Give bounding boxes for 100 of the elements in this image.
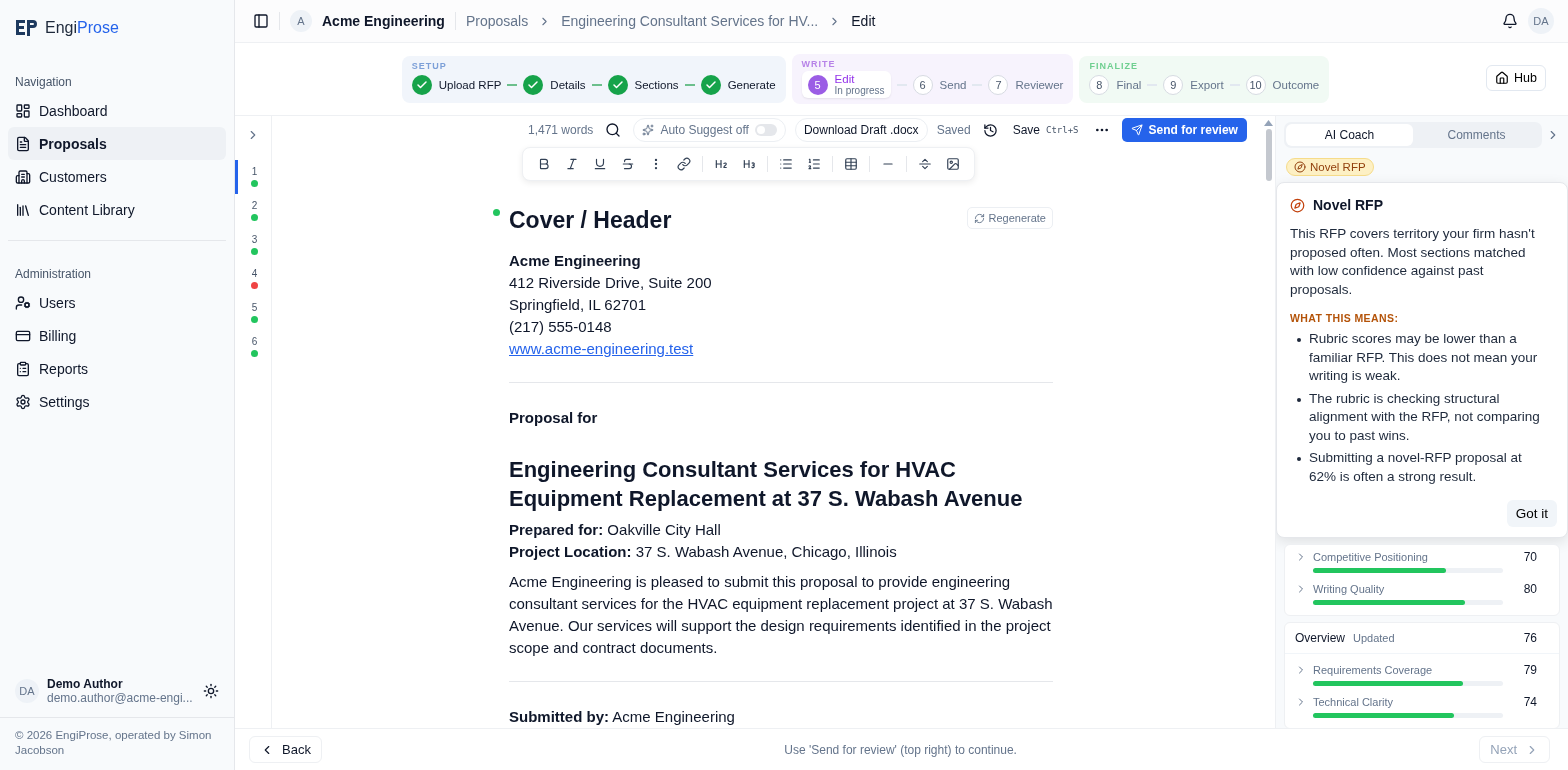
- word-count: 1,471 words: [528, 123, 594, 137]
- bullet-dot: [1297, 397, 1301, 402]
- settings-icon: [15, 393, 31, 410]
- bullet-list-icon: [778, 157, 793, 171]
- underline-icon: [592, 157, 607, 171]
- dashboard-icon: [15, 102, 31, 119]
- status-dot: [493, 209, 500, 216]
- step[interactable]: 7 Reviewer: [988, 72, 1064, 97]
- refresh-icon: [973, 212, 985, 224]
- score-label: Requirements Coverage: [1313, 664, 1434, 676]
- detail-line: Project Location: 37 S. Wabash Avenue, Chicago, Illinois: [509, 542, 898, 562]
- sun-icon[interactable]: [203, 683, 219, 699]
- intro-paragraph: Acme Engineering is pleased to submit this proposal to provide engineering consultant services for the HVAC equipment replacement project at 37 S. Wabash Avenue. Our services will support the design requirements identified in the project scope and contract documents.: [509, 572, 1053, 658]
- step[interactable]: Details: [523, 72, 586, 97]
- got-it-button[interactable]: Got it: [1506, 500, 1557, 527]
- check-icon: [527, 78, 540, 91]
- back-button[interactable]: Back: [249, 736, 322, 763]
- nav-item[interactable]: Billing: [8, 319, 226, 352]
- step[interactable]: Upload RFP: [411, 72, 502, 97]
- user-avatar[interactable]: DA: [1528, 8, 1554, 34]
- step[interactable]: 8 Final: [1089, 72, 1142, 97]
- save-status: Saved: [936, 123, 971, 137]
- toggle-switch[interactable]: [754, 124, 777, 136]
- novel-rfp-badge[interactable]: Novel RFP: [1286, 158, 1374, 176]
- section-marker[interactable]: 2: [234, 194, 272, 228]
- step[interactable]: Sections: [607, 72, 679, 97]
- heading-three-icon: [741, 157, 756, 171]
- search-icon: [605, 122, 622, 138]
- step[interactable]: Generate: [700, 72, 776, 97]
- nav-group-title: Administration: [14, 266, 93, 283]
- scroll-up-icon[interactable]: [1264, 120, 1273, 126]
- download-button[interactable]: Download Draft .docx: [794, 118, 928, 142]
- popover-bullet: Submitting a novel-RFP proposal at 62% is often a strong result.: [1309, 449, 1523, 486]
- bullet-dot: [1297, 457, 1301, 461]
- score-value: 74: [1522, 695, 1537, 709]
- submitted-line: Submitted by: Acme Engineering: [509, 707, 736, 727]
- step[interactable]: 6 Send: [912, 72, 967, 97]
- regenerate-button[interactable]: Regenerate: [966, 207, 1053, 229]
- nav-item[interactable]: Content Library: [8, 193, 226, 226]
- notifications-icon[interactable]: [1502, 13, 1518, 29]
- document-icon: [15, 135, 31, 152]
- address-line: (217) 555-0148: [509, 317, 613, 337]
- logo-icon: [15, 19, 37, 37]
- step[interactable]: 9 Export: [1163, 72, 1224, 97]
- check-icon: [415, 78, 428, 91]
- image-icon: [945, 157, 960, 171]
- proposal-label: Proposal for: [509, 408, 599, 428]
- breadcrumb[interactable]: Engineering Consultant Services for HV...: [561, 13, 819, 29]
- section-marker[interactable]: 6: [234, 330, 272, 364]
- bullet-dot: [1297, 338, 1301, 342]
- step-group-title: WRITE: [801, 59, 837, 69]
- address-line: Springfield, IL 62701: [509, 295, 648, 315]
- nav-item[interactable]: Customers: [8, 160, 226, 193]
- save-button[interactable]: Save Ctrl+S: [1009, 120, 1082, 140]
- user-gear-icon: [15, 294, 31, 311]
- popover-bullet: Rubric scores may be lower than a familiar RFP. This does not mean your writing is weak.: [1309, 330, 1539, 385]
- org-name[interactable]: Acme Engineering: [322, 13, 445, 29]
- step[interactable]: 5 Edit In progress: [801, 71, 891, 98]
- nav-item[interactable]: Settings: [8, 385, 226, 418]
- brand-name: EngiProse: [45, 19, 119, 37]
- detail-line: Prepared for: Oakville City Hall: [509, 520, 722, 540]
- nav-item[interactable]: Proposals: [8, 127, 226, 160]
- library-icon: [15, 201, 31, 218]
- user-name: Demo Author: [47, 677, 124, 691]
- website-link[interactable]: www.acme-engineering.test: [509, 340, 694, 357]
- section-marker[interactable]: 4: [234, 262, 272, 296]
- section-marker[interactable]: 5: [234, 296, 272, 330]
- send-for-review-button[interactable]: Send for review: [1121, 118, 1247, 142]
- section-marker[interactable]: 3: [234, 228, 272, 262]
- clipboard-icon: [15, 360, 31, 377]
- panel-tab[interactable]: AI Coach: [1286, 124, 1413, 146]
- popover-text: This RFP covers territory your firm hasn't proposed often. Most sections matched with low confidence against past proposals.: [1290, 225, 1536, 299]
- scrollbar-thumb[interactable]: [1265, 129, 1272, 181]
- org-avatar: A: [290, 10, 312, 32]
- numbered-list-icon: [806, 157, 821, 171]
- table-icon: [843, 157, 858, 171]
- panel-tab[interactable]: Comments: [1413, 124, 1540, 146]
- breadcrumb[interactable]: Edit: [851, 13, 876, 29]
- score-label: Technical Clarity: [1313, 696, 1395, 708]
- nav-item[interactable]: Dashboard: [8, 94, 226, 127]
- company-name: Acme Engineering: [509, 251, 642, 271]
- card-score: 76: [1523, 631, 1537, 645]
- step-group-title: FINALIZE: [1089, 60, 1139, 71]
- score-value: 80: [1522, 582, 1537, 596]
- sidebar-toggle-icon[interactable]: [253, 13, 269, 29]
- nav-item[interactable]: Users: [8, 286, 226, 319]
- auto-suggest-button[interactable]: Auto Suggest off: [633, 118, 786, 142]
- sparkles-icon: [642, 124, 655, 136]
- score-value: 70: [1522, 550, 1537, 564]
- card-tag: Updated: [1353, 632, 1516, 644]
- popover-title: Novel RFP: [1313, 197, 1383, 213]
- user-avatar: DA: [15, 679, 39, 703]
- step[interactable]: 10 Outcome: [1245, 72, 1320, 97]
- strikethrough-icon: [620, 157, 635, 171]
- nav-item[interactable]: Reports: [8, 352, 226, 385]
- proposal-title: Engineering Consultant Services for HVAC Equipment Replacement at 37 S. Wabash Avenue: [509, 456, 1024, 513]
- hint-text: Use 'Send for review' (top right) to continue.: [784, 742, 1017, 757]
- send-icon: [1130, 124, 1143, 136]
- hub-button[interactable]: Hub: [1486, 65, 1546, 91]
- breadcrumb[interactable]: Proposals: [465, 13, 529, 29]
